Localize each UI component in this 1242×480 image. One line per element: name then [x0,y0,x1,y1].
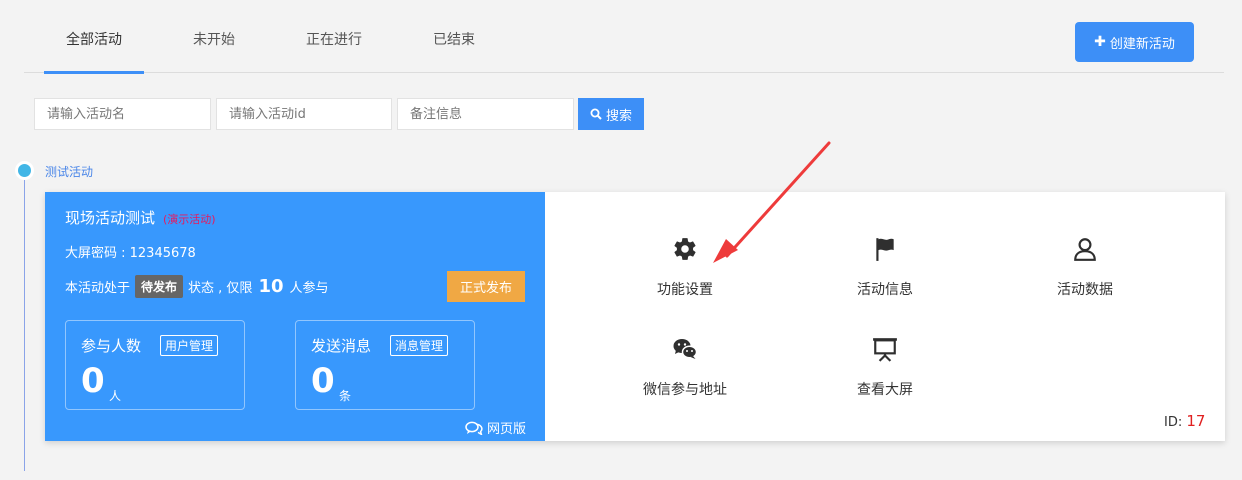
wechat-address-label: 微信参与地址 [643,382,727,398]
messages-title: 发送消息 [311,337,372,355]
group-label: 测试活动 [45,165,94,179]
timeline-dot [15,161,34,180]
activity-info[interactable]: 活动信息 [805,236,965,299]
function-settings-label: 功能设置 [657,282,713,298]
publish-button[interactable]: 正式发布 [447,271,525,302]
web-version-link[interactable]: 网页版 [465,418,526,437]
create-activity-button[interactable]: ✚ 创建新活动 [1075,22,1194,62]
status-tabs: 全部活动 未开始 正在进行 已结束 [24,0,1224,74]
status-badge: 待发布 [135,274,184,298]
message-management-button[interactable]: 消息管理 [390,335,449,356]
messages-count: 0 [311,361,335,401]
tab-in-progress[interactable]: 正在进行 [284,0,384,73]
activity-id: ID: 17 [1164,412,1205,430]
participants-title: 参与人数 [81,337,142,355]
view-big-screen-label: 查看大屏 [857,382,913,398]
search-icon [590,108,602,120]
note-input[interactable] [397,98,574,130]
tab-not-started[interactable]: 未开始 [164,0,264,73]
presentation-icon [873,338,897,362]
flag-icon [876,238,894,261]
participant-limit: 10 [258,275,284,297]
status-suffix: 人参与 [289,280,329,296]
tab-all-activities[interactable]: 全部活动 [44,0,144,74]
activity-data-label: 活动数据 [1057,282,1113,298]
activity-card: 现场活动测试 (演示活动) 大屏密码 : 12345678 本活动处于 待发布 状… [45,192,1225,441]
wechat-icon [673,339,698,359]
activity-summary-panel: 现场活动测试 (演示活动) 大屏密码 : 12345678 本活动处于 待发布 状… [45,192,545,441]
screen-password: 大屏密码 : 12345678 [65,246,196,261]
activity-id-label: ID: [1164,415,1183,430]
timeline-line [24,171,25,471]
tab-ended[interactable]: 已结束 [404,0,504,73]
web-version-label: 网页版 [487,422,527,437]
plus-icon: ✚ [1094,34,1106,50]
activity-data[interactable]: 活动数据 [1005,236,1165,299]
create-activity-label: 创建新活动 [1109,36,1175,52]
function-settings[interactable]: 功能设置 [605,236,765,299]
participants-stat: 参与人数 用户管理 0 人 [65,320,245,410]
search-button[interactable]: 搜索 [578,98,644,130]
comments-icon [465,421,483,435]
demo-tag: (演示活动) [163,213,216,226]
status-line: 本活动处于 待发布 状态 , 仅限 10 人参与 [65,274,329,298]
wechat-address[interactable]: 微信参与地址 [605,336,765,399]
participants-count: 0 [81,361,105,401]
user-management-button[interactable]: 用户管理 [160,335,219,356]
user-icon [1074,238,1096,261]
activity-info-label: 活动信息 [857,282,913,298]
gear-icon [674,238,696,260]
messages-unit: 条 [339,389,352,403]
activity-title: 现场活动测试 (演示活动) [65,207,216,228]
messages-stat: 发送消息 消息管理 0 条 [295,320,475,410]
activity-name-input[interactable] [34,98,211,130]
search-button-label: 搜索 [605,108,632,124]
status-mid: 状态 , 仅限 [188,280,253,296]
activity-name: 现场活动测试 [65,209,156,227]
participants-unit: 人 [109,389,122,403]
activity-id-input[interactable] [216,98,392,130]
activity-id-value: 17 [1186,412,1206,430]
status-prefix: 本活动处于 [65,280,131,296]
view-big-screen[interactable]: 查看大屏 [805,336,965,399]
